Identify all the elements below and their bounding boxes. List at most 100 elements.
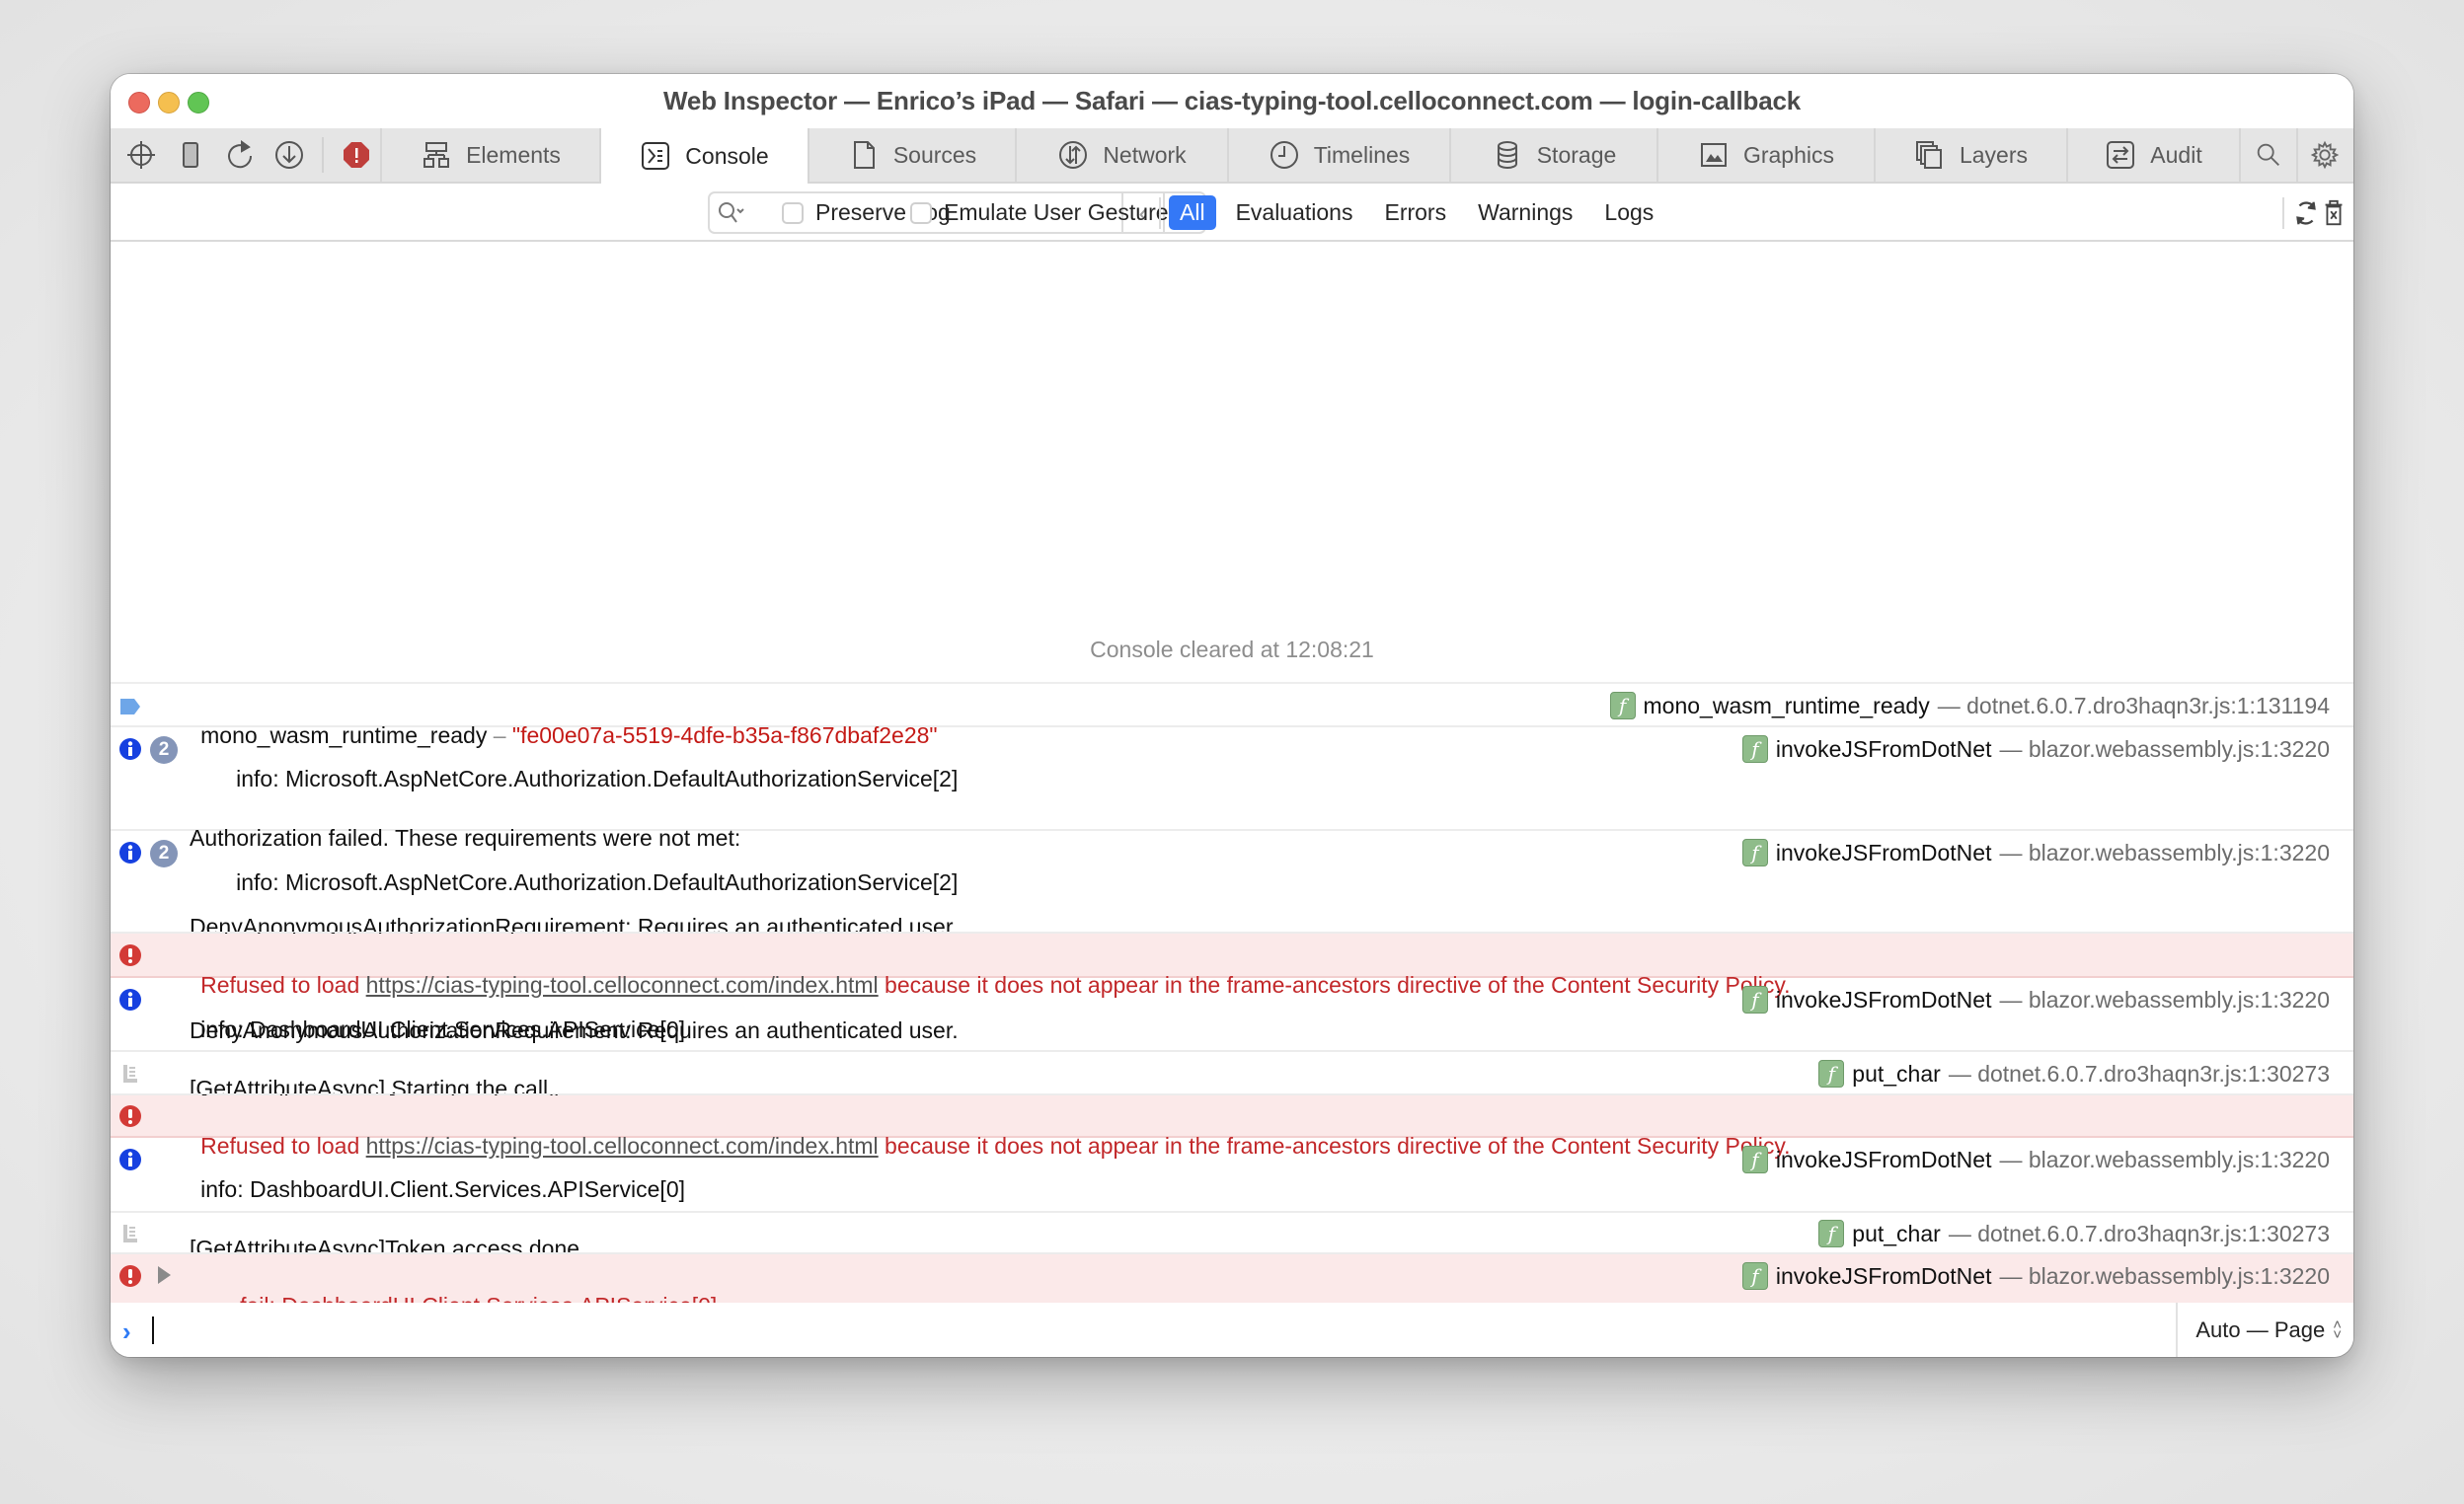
source-link[interactable]: — dotnet.6.0.7.dro3haqn3r.js:1:30273	[1949, 1059, 2330, 1089]
source-link[interactable]: — blazor.webassembly.js:1:3220	[1999, 734, 2330, 764]
source-function: put_char	[1852, 1221, 1941, 1246]
repeat-count-badge: 2	[150, 736, 178, 764]
gear-icon	[2310, 140, 2340, 170]
source-link[interactable]: — blazor.webassembly.js:1:3220	[1999, 985, 2330, 1015]
console-message[interactable]: [GetAttributeAsync] Starting the call f …	[111, 1052, 2353, 1116]
console-message[interactable]: 2 info: Microsoft.AspNetCore.Authorizati…	[111, 727, 2353, 940]
tab-timelines[interactable]: Timelines	[1229, 128, 1451, 182]
toolbar-separator	[322, 137, 324, 173]
console-icon	[642, 142, 670, 170]
console-message[interactable]: info: DashboardUI.Client.Services.APISer…	[111, 1138, 2353, 1261]
tab-graphics[interactable]: Graphics	[1658, 128, 1876, 182]
function-icon: f	[1818, 1220, 1845, 1247]
tab-label: Sources	[892, 141, 977, 168]
info-icon	[119, 738, 141, 760]
console-message[interactable]: info: DashboardUI.Client.Services.APISer…	[111, 978, 2353, 1101]
function-icon: f	[1741, 839, 1768, 866]
event-tag-icon	[120, 699, 140, 714]
error-icon	[119, 1105, 141, 1127]
element-picker-button[interactable]	[124, 138, 158, 172]
network-icon	[1059, 141, 1088, 169]
tab-label: Graphics	[1742, 141, 1835, 168]
search-tab-button[interactable]	[2241, 128, 2298, 182]
info-icon	[119, 989, 141, 1011]
search-scope-icon[interactable]	[710, 193, 753, 232]
filter-warnings[interactable]: Warnings	[1466, 195, 1584, 230]
error-stop-icon	[344, 142, 369, 168]
tab-label: Audit	[2150, 141, 2202, 168]
layers-icon	[1915, 141, 1942, 169]
source-location[interactable]: f invokeJSFromDotNet — blazor.webassembl…	[1741, 985, 2330, 1015]
console-message-error[interactable]: Refused to load https://cias-typing-tool…	[111, 1095, 2353, 1159]
device-icon	[183, 142, 198, 168]
tab-label: Elements	[466, 141, 561, 168]
clear-console-button[interactable]	[2316, 195, 2351, 231]
emulate-user-gesture-checkbox[interactable]: Emulate User Gesture	[910, 199, 1169, 226]
info-icon	[119, 842, 141, 864]
reload-button[interactable]	[223, 138, 257, 172]
tab-storage[interactable]: Storage	[1451, 128, 1658, 182]
source-function: invokeJSFromDotNet	[1775, 736, 1992, 762]
filter-logs[interactable]: Logs	[1592, 195, 1665, 230]
source-function: invokeJSFromDotNet	[1775, 840, 1992, 865]
source-location[interactable]: f put_char — dotnet.6.0.7.dro3haqn3r.js:…	[1818, 1059, 2330, 1089]
function-icon: f	[1741, 1146, 1768, 1173]
tab-audit[interactable]: Audit	[2068, 128, 2241, 182]
checkbox-box[interactable]	[782, 201, 804, 224]
filter-evaluations[interactable]: Evaluations	[1224, 195, 1365, 230]
source-link[interactable]: — blazor.webassembly.js:1:3220	[1999, 1145, 2330, 1174]
execution-context-label: Auto — Page	[2195, 1316, 2326, 1342]
console-message-error[interactable]: Refused to load https://cias-typing-tool…	[111, 934, 2353, 998]
error-icon	[119, 1265, 141, 1287]
window-title: Web Inspector — Enrico’s iPad — Safari —…	[662, 86, 1802, 115]
source-location[interactable]: f mono_wasm_runtime_ready — dotnet.6.0.7…	[1609, 691, 2330, 720]
text-caret	[152, 1316, 154, 1344]
console-cleared-notice: Console cleared at 12:08:21	[1090, 637, 1374, 662]
execution-context-selector[interactable]: Auto — Page ˄ ˅	[2176, 1303, 2342, 1357]
download-button[interactable]	[272, 138, 306, 172]
console-message[interactable]: [GetAttributeAsync]Token access done f p…	[111, 1213, 2353, 1276]
graphics-icon	[1700, 143, 1727, 167]
source-function: mono_wasm_runtime_ready	[1643, 693, 1930, 718]
function-icon: f	[1609, 692, 1636, 719]
tab-elements[interactable]: Elements	[382, 128, 601, 182]
console-filter-bar: ‹ › Preserve Log Emulate User Gesture Al…	[111, 186, 2353, 242]
filter-all[interactable]: All	[1169, 195, 1216, 230]
source-location[interactable]: f invokeJSFromDotNet — blazor.webassembl…	[1741, 838, 2330, 867]
source-location[interactable]: f invokeJSFromDotNet — blazor.webassembl…	[1741, 734, 2330, 764]
log-icon	[123, 1065, 137, 1083]
tab-label: Console	[685, 142, 769, 169]
source-link[interactable]: — blazor.webassembly.js:1:3220	[1999, 838, 2330, 867]
tab-bar: Elements Console Sources Network Timelin…	[111, 128, 2353, 184]
tab-layers[interactable]: Layers	[1876, 128, 2068, 182]
console-prompt: › Auto — Page ˄ ˅	[111, 1303, 2353, 1357]
filter-separator	[2282, 197, 2284, 229]
tab-console[interactable]: Console	[601, 128, 809, 184]
console-message[interactable]: 2 info: Microsoft.AspNetCore.Authorizati…	[111, 831, 2353, 1043]
prompt-chevron-icon: ›	[122, 1316, 131, 1346]
source-function: invokeJSFromDotNet	[1775, 1147, 1992, 1172]
source-location[interactable]: f put_char — dotnet.6.0.7.dro3haqn3r.js:…	[1818, 1219, 2330, 1248]
checkbox-box[interactable]	[910, 201, 932, 224]
device-settings-button[interactable]	[174, 138, 207, 172]
source-location[interactable]: f invokeJSFromDotNet — blazor.webassembl…	[1741, 1145, 2330, 1174]
tab-sources[interactable]: Sources	[809, 128, 1017, 182]
settings-button[interactable]	[2298, 128, 2351, 182]
source-link[interactable]: — blazor.webassembly.js:1:3220	[1999, 1261, 2330, 1291]
console-log: Console cleared at 12:08:21 mono_wasm_ru…	[111, 244, 2353, 1357]
tab-network[interactable]: Network	[1017, 128, 1229, 182]
function-icon: f	[1741, 1262, 1768, 1290]
title-bar: Web Inspector — Enrico’s iPad — Safari —…	[111, 74, 2353, 128]
expand-disclosure-triangle[interactable]	[158, 1266, 171, 1284]
console-message[interactable]: mono_wasm_runtime_ready – "fe00e07a-5519…	[111, 684, 2353, 748]
tab-label: Layers	[1959, 141, 2029, 168]
filter-separator	[1159, 197, 1161, 229]
crosshair-icon	[127, 141, 155, 169]
source-link[interactable]: — dotnet.6.0.7.dro3haqn3r.js:1:30273	[1949, 1219, 2330, 1248]
info-icon	[119, 1149, 141, 1170]
errors-indicator-button[interactable]	[340, 138, 373, 172]
filter-errors[interactable]: Errors	[1372, 195, 1458, 230]
console-prompt-input[interactable]	[156, 1313, 1834, 1348]
source-location[interactable]: f invokeJSFromDotNet — blazor.webassembl…	[1741, 1261, 2330, 1291]
source-link[interactable]: — dotnet.6.0.7.dro3haqn3r.js:1:131194	[1938, 691, 2330, 720]
